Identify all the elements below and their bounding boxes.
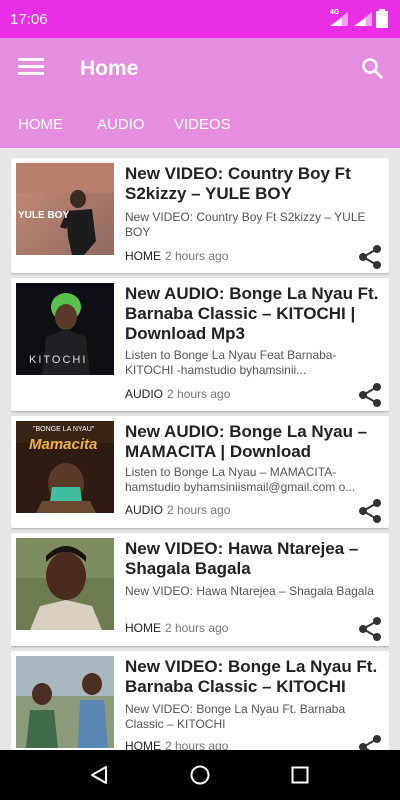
thumbnail-text: YULE BOY: [18, 210, 70, 221]
post-thumbnail: [16, 421, 114, 513]
thumbnail-caption: "BONGE LA NYAU": [33, 426, 95, 433]
battery-icon: [376, 9, 388, 28]
tab-audio[interactable]: AUDIO: [97, 116, 145, 133]
post-excerpt: New VIDEO: Hawa Ntarejea – Shagala Bagal…: [125, 584, 374, 598]
post-time: 2 hours ago: [167, 503, 231, 517]
tab-home[interactable]: HOME: [18, 116, 63, 133]
thumbnail-text: Mamacita: [29, 436, 98, 453]
post-meta: HOME 2 hours ago: [125, 739, 228, 750]
post-excerpt: New VIDEO: Country Boy Ft S2kizzy – YULE…: [125, 210, 366, 239]
navigation-bar: [0, 750, 400, 800]
post-title[interactable]: New VIDEO: Hawa Ntarejea – Shagala Bagal…: [125, 539, 383, 579]
post-title[interactable]: New AUDIO: Bonge La Nyau – MAMACITA | Do…: [125, 422, 383, 462]
share-icon[interactable]: [357, 244, 383, 270]
tab-videos[interactable]: VIDEOS: [174, 116, 231, 133]
post-excerpt: Listen to Bonge La Nyau – MAMACITA-hamst…: [125, 465, 356, 494]
post-time: 2 hours ago: [165, 739, 229, 750]
post-thumbnail: [16, 538, 114, 630]
post-time: 2 hours ago: [165, 621, 229, 635]
status-time: 17:06: [10, 11, 48, 28]
post-meta: HOME 2 hours ago: [125, 621, 228, 635]
share-icon[interactable]: [357, 616, 383, 642]
status-bar: 17:06 4G: [0, 0, 400, 38]
post-card[interactable]: YULE BOY New VIDEO: Country Boy Ft S2kiz…: [11, 158, 389, 273]
post-time: 2 hours ago: [167, 387, 231, 401]
menu-icon[interactable]: [18, 58, 44, 78]
thumbnail-text: KITOCHI: [29, 354, 88, 366]
post-meta: AUDIO 2 hours ago: [125, 387, 230, 401]
post-thumbnail: [16, 163, 114, 255]
search-icon[interactable]: [360, 56, 384, 80]
post-category: AUDIO: [125, 503, 164, 517]
back-icon[interactable]: [88, 764, 110, 786]
tab-bar: HOME AUDIO VIDEOS: [0, 100, 400, 148]
post-meta: AUDIO 2 hours ago: [125, 503, 230, 517]
app-bar: Home: [0, 38, 400, 100]
post-category: HOME: [125, 739, 161, 750]
post-thumbnail: [16, 656, 114, 748]
post-title[interactable]: New AUDIO: Bonge La Nyau Ft. Barnaba Cla…: [125, 284, 383, 344]
recents-icon[interactable]: [289, 764, 311, 786]
post-card[interactable]: New VIDEO: Hawa Ntarejea – Shagala Bagal…: [11, 533, 389, 646]
post-title[interactable]: New VIDEO: Bonge La Nyau Ft. Barnaba Cla…: [125, 657, 383, 697]
share-icon[interactable]: [357, 382, 383, 408]
page-title: Home: [80, 57, 139, 80]
post-category: HOME: [125, 249, 161, 263]
post-category: AUDIO: [125, 387, 164, 401]
post-excerpt: Listen to Bonge La Nyau Feat Barnaba- KI…: [125, 348, 337, 377]
post-list: YULE BOY New VIDEO: Country Boy Ft S2kiz…: [11, 158, 389, 750]
post-meta: HOME 2 hours ago: [125, 249, 228, 263]
share-icon[interactable]: [357, 734, 383, 750]
post-card[interactable]: New VIDEO: Bonge La Nyau Ft. Barnaba Cla…: [11, 651, 389, 750]
post-card[interactable]: KITOCHI New AUDIO: Bonge La Nyau Ft. Bar…: [11, 278, 389, 411]
post-excerpt: New VIDEO: Bonge La Nyau Ft. Barnaba Cla…: [125, 702, 346, 731]
post-title[interactable]: New VIDEO: Country Boy Ft S2kizzy – YULE…: [125, 164, 383, 204]
signal-icon: [354, 12, 372, 26]
post-time: 2 hours ago: [165, 249, 229, 263]
share-icon[interactable]: [357, 498, 383, 524]
network-type: 4G: [330, 9, 340, 16]
post-category: HOME: [125, 621, 161, 635]
post-card[interactable]: "BONGE LA NYAU" Mamacita New AUDIO: Bong…: [11, 416, 389, 528]
home-icon[interactable]: [189, 764, 211, 786]
